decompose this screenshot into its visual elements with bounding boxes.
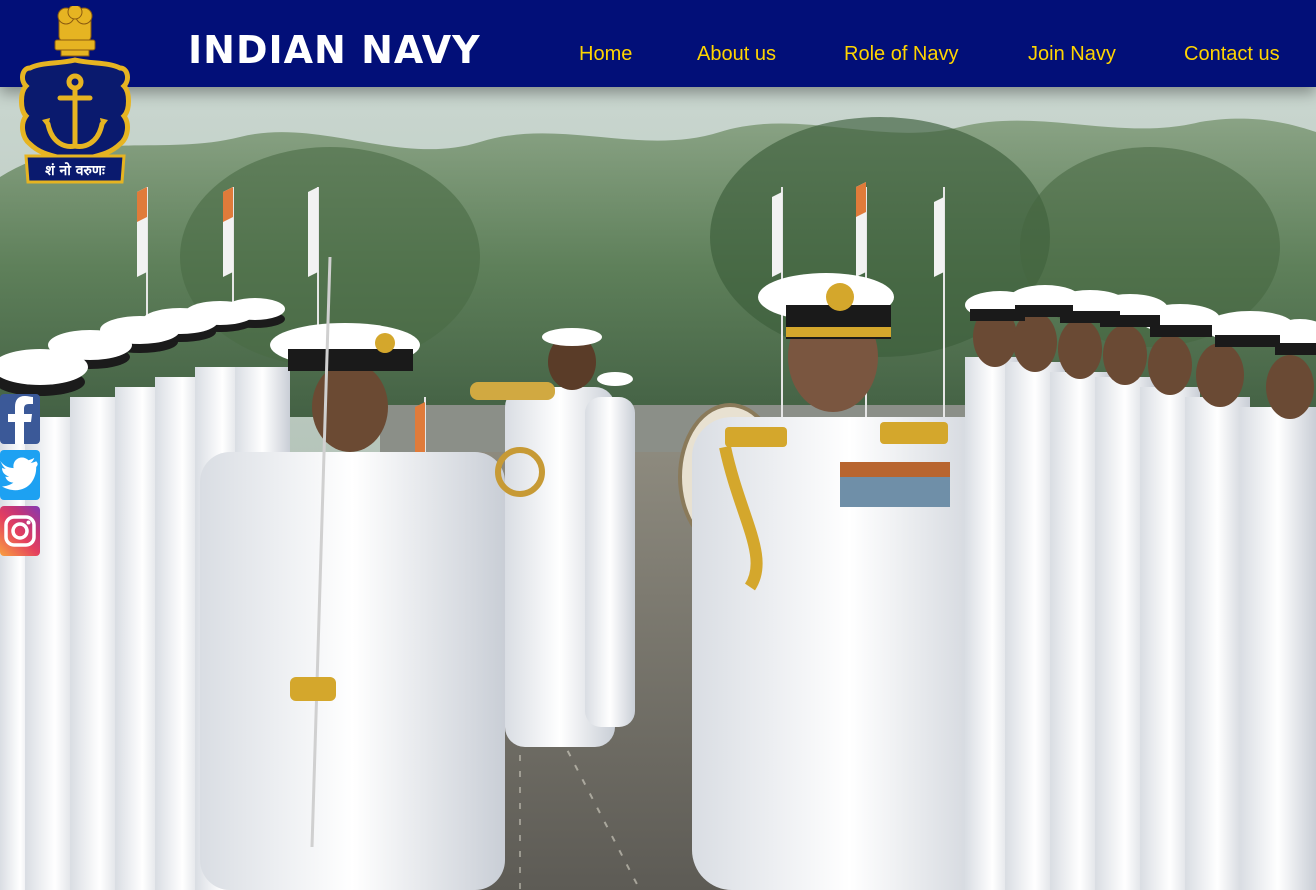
page: INDIAN NAVY Home About us Role of Navy J… bbox=[0, 0, 1316, 890]
nav-about-link[interactable]: About us bbox=[697, 41, 776, 67]
instagram-link[interactable] bbox=[0, 506, 40, 556]
navy-crest-logo[interactable]: शं नो वरुणः bbox=[18, 4, 132, 188]
nav-role-link[interactable]: Role of Navy bbox=[844, 41, 959, 67]
facebook-link[interactable] bbox=[0, 394, 40, 444]
main-nav: Home About us Role of Navy Join Navy Con… bbox=[0, 41, 1316, 69]
nav-join-link[interactable]: Join Navy bbox=[1028, 41, 1116, 67]
top-navbar: INDIAN NAVY Home About us Role of Navy J… bbox=[0, 0, 1316, 87]
instagram-icon bbox=[4, 515, 36, 547]
facebook-icon bbox=[8, 396, 33, 444]
nav-home-link[interactable]: Home bbox=[579, 41, 632, 67]
hero-parade-image bbox=[0, 87, 1316, 890]
crest-motto: शं नो वरुणः bbox=[45, 162, 106, 179]
twitter-link[interactable] bbox=[0, 450, 40, 500]
nav-contact-link[interactable]: Contact us bbox=[1184, 41, 1280, 67]
twitter-icon bbox=[0, 457, 38, 491]
